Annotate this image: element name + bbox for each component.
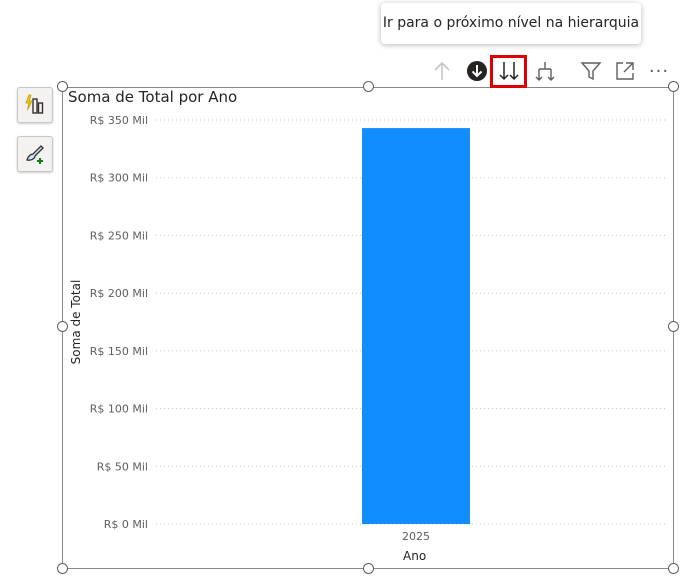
y-tick-label: R$ 150 Mil: [90, 345, 148, 358]
y-tick-label: R$ 50 Mil: [97, 460, 148, 473]
y-tick-label: R$ 250 Mil: [90, 229, 148, 242]
y-tick-label: R$ 0 Mil: [104, 518, 148, 531]
y-tick-label: R$ 200 Mil: [90, 287, 148, 300]
bar-2025[interactable]: [362, 128, 470, 524]
bar-chart: R$ 0 Mil R$ 50 Mil R$ 100 Mil R$ 150 Mil R$ …: [90, 114, 668, 543]
x-axis-ticks: 2025: [402, 530, 430, 543]
bars: [362, 128, 470, 524]
y-tick-label: R$ 350 Mil: [90, 114, 148, 127]
y-tick-label: R$ 300 Mil: [90, 172, 148, 185]
y-axis-ticks: R$ 0 Mil R$ 50 Mil R$ 100 Mil R$ 150 Mil R$ …: [90, 114, 148, 531]
y-tick-label: R$ 100 Mil: [90, 403, 148, 416]
x-tick-label: 2025: [402, 530, 430, 543]
